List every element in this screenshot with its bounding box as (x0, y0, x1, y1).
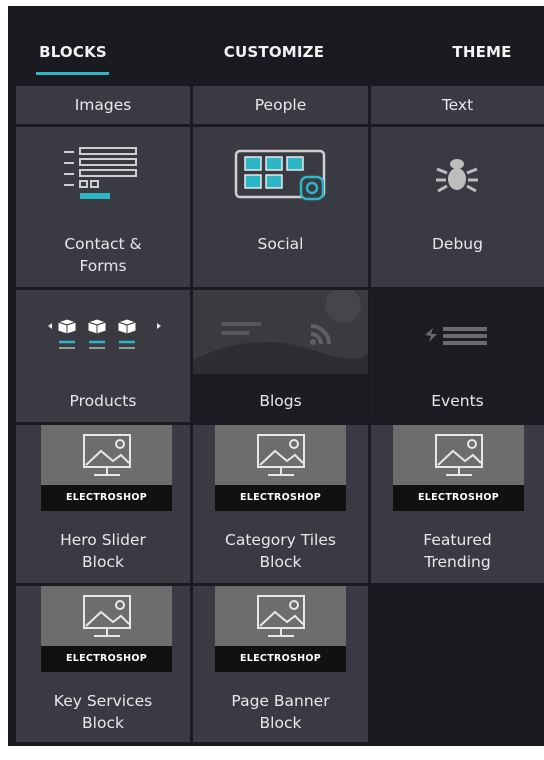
block-label: Products (69, 392, 137, 410)
block-thumbnail: ELECTROSHOP (393, 425, 524, 511)
block-social[interactable]: Social (193, 127, 368, 287)
block-blogs[interactable]: Blogs (193, 290, 368, 422)
block-label: Category Tiles (225, 531, 336, 549)
rss-icon (193, 290, 368, 374)
block-label: Featured (423, 531, 492, 549)
brand-logo: ELECTROSHOP (215, 485, 346, 511)
image-placeholder-icon (215, 425, 346, 485)
block-thumbnail: ELECTROSHOP (41, 586, 172, 672)
block-products[interactable]: Products (16, 290, 190, 422)
blocks-panel: BLOCKS CUSTOMIZE THEME Images People Tex… (8, 6, 544, 746)
block-label: Debug (432, 235, 483, 253)
block-label: Contact & (64, 235, 142, 253)
block-label: Block (82, 553, 124, 571)
products-icon (16, 316, 190, 356)
block-label: Block (259, 714, 302, 732)
block-featured-trending[interactable]: ELECTROSHOP Featured Trending (371, 425, 544, 583)
brand-logo: ELECTROSHOP (393, 485, 524, 511)
category-label: Images (74, 96, 132, 114)
brand-logo: ELECTROSHOP (41, 646, 172, 672)
form-icon (16, 147, 190, 207)
block-hero-slider[interactable]: ELECTROSHOP Hero Slider Block (16, 425, 190, 583)
events-icon (371, 320, 544, 350)
block-label: Forms (79, 257, 127, 275)
category-images[interactable]: Images (16, 86, 190, 124)
category-label: Text (441, 96, 474, 114)
block-key-services[interactable]: ELECTROSHOP Key Services Block (16, 586, 190, 742)
image-placeholder-icon (215, 586, 346, 646)
tab-blocks[interactable]: BLOCKS (33, 43, 113, 65)
block-label: Hero Slider (60, 531, 146, 549)
block-label: Block (82, 714, 124, 732)
block-label: Block (259, 553, 302, 571)
block-thumbnail: ELECTROSHOP (215, 586, 346, 672)
bug-icon (371, 155, 544, 195)
tab-customize[interactable]: CUSTOMIZE (214, 43, 334, 65)
social-icon (193, 149, 368, 209)
block-label: Page Banner (231, 692, 330, 710)
block-label: Trending (424, 553, 491, 571)
block-contact-forms[interactable]: Contact & Forms (16, 127, 190, 287)
block-events[interactable]: Events (371, 290, 544, 422)
category-people[interactable]: People (193, 86, 368, 124)
block-page-banner[interactable]: ELECTROSHOP Page Banner Block (193, 586, 368, 742)
block-label: Events (431, 392, 484, 410)
block-label: Social (257, 235, 304, 253)
block-debug[interactable]: Debug (371, 127, 544, 287)
brand-logo: ELECTROSHOP (41, 485, 172, 511)
block-category-tiles[interactable]: ELECTROSHOP Category Tiles Block (193, 425, 368, 583)
block-thumbnail: ELECTROSHOP (41, 425, 172, 511)
tab-theme[interactable]: THEME (442, 43, 522, 65)
category-text[interactable]: Text (371, 86, 544, 124)
block-label: Key Services (53, 692, 153, 710)
image-placeholder-icon (41, 586, 172, 646)
category-label: People (254, 96, 307, 114)
active-tab-indicator (36, 72, 109, 75)
image-placeholder-icon (41, 425, 172, 485)
block-label: Blogs (259, 392, 302, 410)
block-thumbnail: ELECTROSHOP (215, 425, 346, 511)
brand-logo: ELECTROSHOP (215, 646, 346, 672)
image-placeholder-icon (393, 425, 524, 485)
panel-tabs: BLOCKS CUSTOMIZE THEME (8, 6, 544, 80)
